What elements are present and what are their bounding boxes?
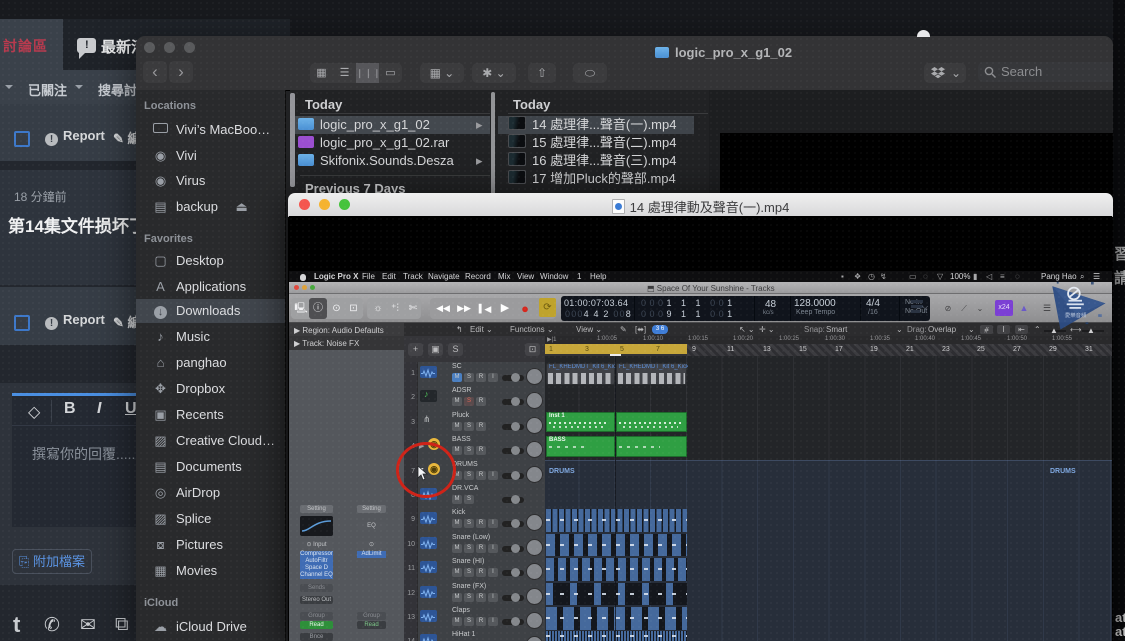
svg-text:愛樂音頻: 愛樂音頻 xyxy=(1065,311,1087,319)
